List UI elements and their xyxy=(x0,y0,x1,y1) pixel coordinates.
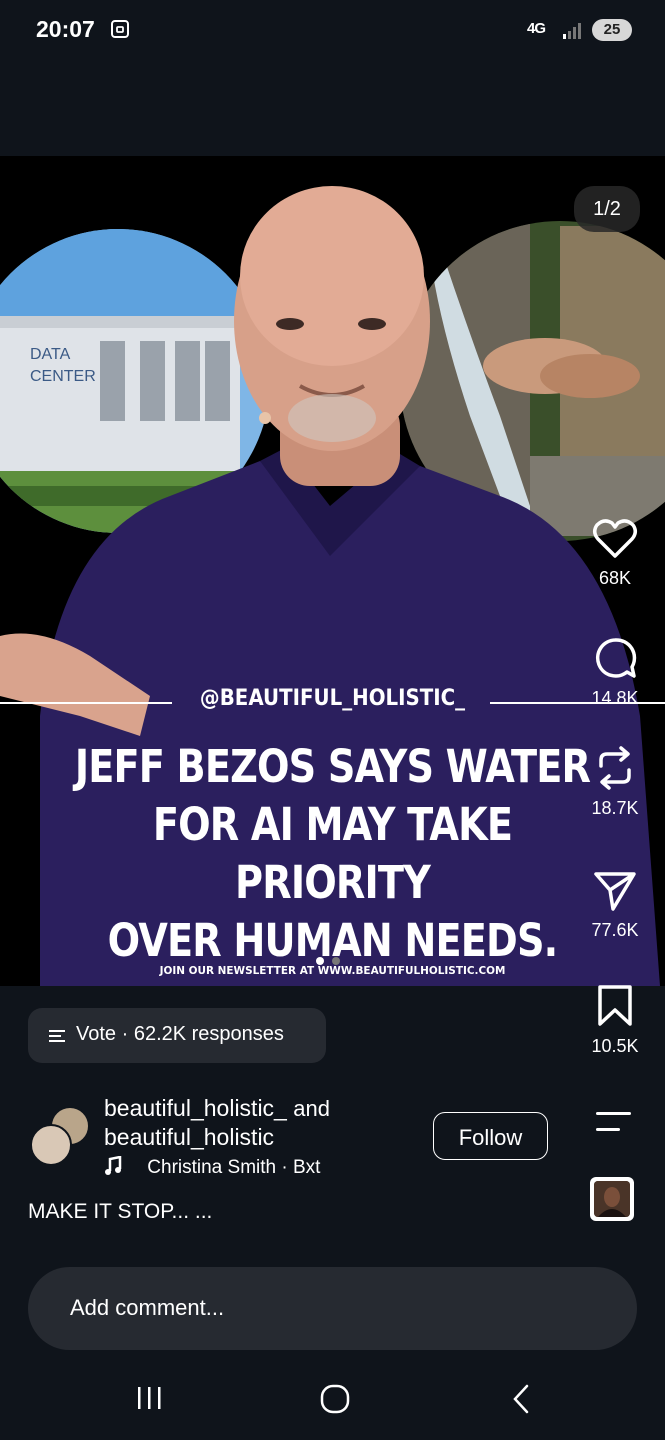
comment-placeholder: Add comment... xyxy=(70,1295,225,1320)
likes-count: 68K xyxy=(598,568,632,588)
system-nav-bar xyxy=(0,1350,665,1440)
repost-action[interactable]: 18.7K xyxy=(580,746,650,819)
vote-responses: 62.2K responses xyxy=(133,1023,284,1045)
menu-icon[interactable] xyxy=(595,1110,633,1134)
image-counter: 1/2 xyxy=(574,186,640,232)
vote-text: Vote · 62.2K responses xyxy=(76,1023,284,1045)
author-names: beautiful_holistic_ and beautiful_holist… xyxy=(104,1094,330,1152)
home-icon[interactable] xyxy=(320,1384,350,1414)
like-action[interactable]: 68K xyxy=(580,518,650,589)
music-note-icon xyxy=(105,1155,122,1175)
share-action[interactable]: 77.6K xyxy=(580,870,650,941)
author-connector: and xyxy=(293,1096,330,1121)
data-center-sign: DATA CENTER xyxy=(30,346,96,385)
comment-icon[interactable] xyxy=(593,636,637,680)
newsletter-text: JOIN OUR NEWSLETTER AT WWW.BEAUTIFULHOLI… xyxy=(159,964,506,977)
post-media[interactable]: DATA CENTER 1/2 @BEAUTIFUL_HOLISTIC_ JEFF… xyxy=(0,156,665,986)
vote-list-icon xyxy=(49,1030,65,1042)
author-name-2[interactable]: beautiful_holistic xyxy=(104,1124,274,1150)
follow-button[interactable]: Follow xyxy=(433,1112,548,1160)
headline-line: FOR AI MAY TAKE PRIORITY xyxy=(152,798,513,909)
reposts-count: 18.7K xyxy=(591,798,639,818)
handle-overlay: @BEAUTIFUL_HOLISTIC_ xyxy=(199,686,466,711)
network-type: 4G xyxy=(527,20,546,37)
recent-apps-icon[interactable] xyxy=(136,1386,164,1410)
bookmark-icon[interactable] xyxy=(595,984,635,1028)
back-icon[interactable] xyxy=(510,1384,532,1414)
screenshot-icon xyxy=(111,20,129,38)
author-name-1[interactable]: beautiful_holistic_ xyxy=(104,1095,287,1121)
audio-text: Christina Smith · Bxt xyxy=(147,1157,321,1178)
comment-action[interactable]: 14.8K xyxy=(580,636,650,709)
comment-input[interactable]: Add comment... xyxy=(28,1267,637,1350)
heart-icon[interactable] xyxy=(592,518,638,560)
headline: JEFF BEZOS SAYS WATER FOR AI MAY TAKE PR… xyxy=(50,738,615,970)
repost-icon[interactable] xyxy=(593,746,637,790)
audio-thumbnail[interactable] xyxy=(590,1177,634,1221)
battery-indicator: 25 xyxy=(592,19,632,41)
save-action[interactable]: 10.5K xyxy=(580,984,650,1057)
shares-count: 77.6K xyxy=(591,920,639,940)
avatar[interactable] xyxy=(30,1124,72,1166)
audio-track[interactable]: Christina Smith · Bxt xyxy=(104,1155,321,1179)
status-bar: 20:07 4G 25 xyxy=(0,0,665,62)
signal-icon xyxy=(563,23,581,39)
saves-count: 10.5K xyxy=(591,1036,639,1056)
vote-label: Vote xyxy=(76,1023,117,1045)
vote-chip[interactable]: Vote · 62.2K responses xyxy=(28,1008,326,1063)
share-icon[interactable] xyxy=(593,870,637,912)
comments-count: 14.8K xyxy=(591,688,639,708)
headline-line: JEFF BEZOS SAYS WATER xyxy=(74,740,591,793)
post-caption[interactable]: MAKE IT STOP... ... xyxy=(28,1200,212,1224)
status-time: 20:07 xyxy=(36,16,95,42)
thumbnail-image xyxy=(594,1181,630,1217)
